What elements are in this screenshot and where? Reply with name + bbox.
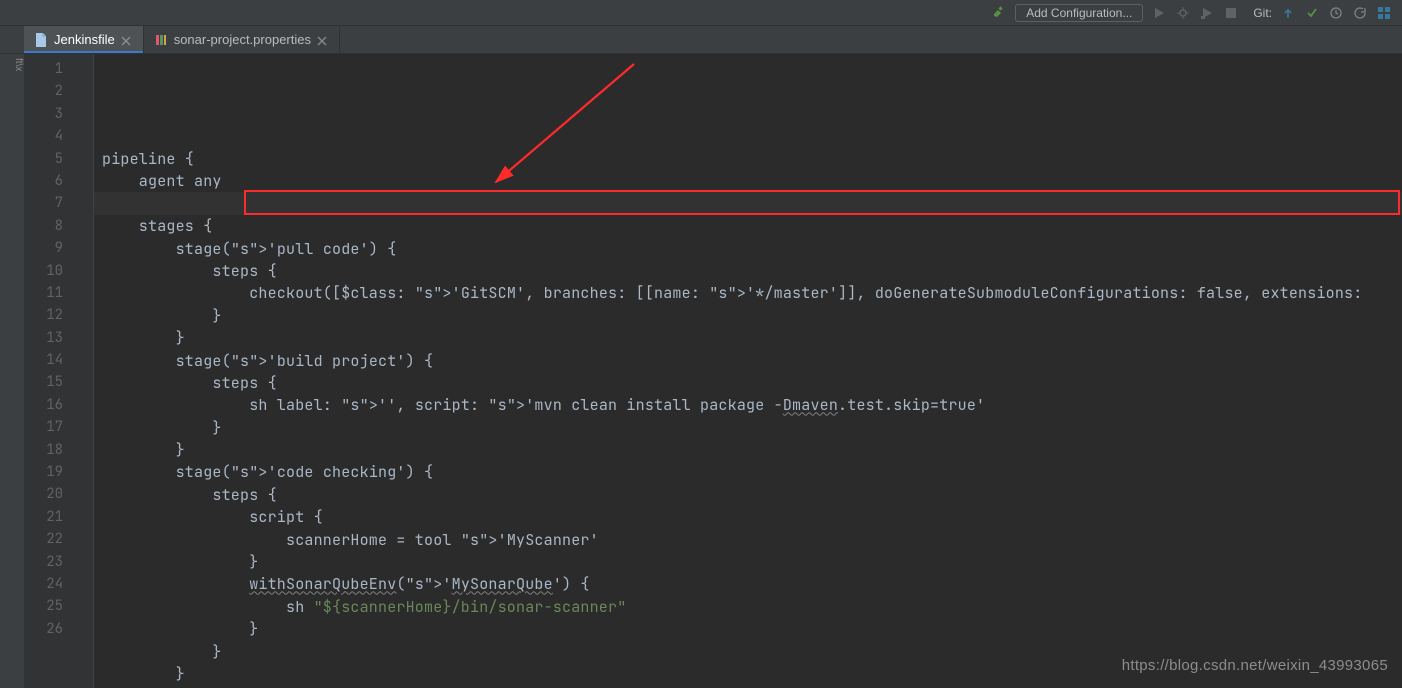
code-line[interactable]: } [102, 417, 1402, 439]
fold-gutter[interactable] [80, 54, 94, 688]
git-history-icon[interactable] [1328, 5, 1344, 21]
current-line-highlight [94, 192, 1402, 214]
tab-label: sonar-project.properties [174, 32, 311, 47]
add-configuration-button[interactable]: Add Configuration... [1015, 4, 1143, 22]
properties-file-icon [154, 33, 168, 47]
main-toolbar: Add Configuration... Git: [0, 0, 1402, 26]
code-line[interactable]: sh "${scannerHome}/bin/sonar-scanner" [102, 596, 1402, 618]
code-line[interactable]: } [102, 305, 1402, 327]
code-line[interactable]: steps { [102, 484, 1402, 506]
tab-sonar-properties[interactable]: sonar-project.properties [144, 26, 340, 53]
left-tool-strip[interactable]: ft\x [0, 54, 24, 688]
code-line[interactable]: withSonarQubeEnv("s">'MySonarQube') { [102, 573, 1402, 595]
code-line[interactable]: stage("s">'build project') { [102, 350, 1402, 372]
code-line[interactable]: } [102, 439, 1402, 461]
watermark-text: https://blog.csdn.net/weixin_43993065 [1122, 657, 1388, 674]
code-line[interactable]: script { [102, 506, 1402, 528]
tab-label: Jenkinsfile [54, 32, 115, 47]
run-icon[interactable] [1151, 5, 1167, 21]
git-rollback-icon[interactable] [1352, 5, 1368, 21]
code-line[interactable]: } [102, 327, 1402, 349]
run-with-coverage-icon[interactable] [1199, 5, 1215, 21]
hammer-icon[interactable] [991, 5, 1007, 21]
code-line[interactable]: sh label: "s">'', script: "s">'mvn clean… [102, 394, 1402, 416]
code-line[interactable]: stage("s">'code checking') { [102, 461, 1402, 483]
tab-jenkinsfile[interactable]: Jenkinsfile [24, 26, 144, 53]
code-line[interactable]: checkout([$class: "s">'GitSCM', branches… [102, 282, 1402, 304]
line-number-gutter[interactable]: 1234567891011121314151617181920212223242… [24, 54, 80, 688]
stop-icon[interactable] [1223, 5, 1239, 21]
code-line[interactable]: steps { [102, 260, 1402, 282]
git-update-icon[interactable] [1280, 5, 1296, 21]
close-icon[interactable] [121, 34, 133, 46]
code-line[interactable]: pipeline { [102, 148, 1402, 170]
git-commit-icon[interactable] [1304, 5, 1320, 21]
code-line[interactable]: stages { [102, 215, 1402, 237]
git-label: Git: [1253, 6, 1272, 20]
editor-tabstrip: Jenkinsfile sonar-project.properties [0, 26, 1402, 54]
code-line[interactable]: stage("s">'pull code') { [102, 238, 1402, 260]
code-area[interactable]: pipeline { agent any stages { stage("s">… [94, 54, 1402, 688]
code-line[interactable]: steps { [102, 372, 1402, 394]
code-line[interactable]: } [102, 551, 1402, 573]
file-icon [34, 33, 48, 47]
debug-icon[interactable] [1175, 5, 1191, 21]
close-icon[interactable] [317, 34, 329, 46]
editor: ft\x 12345678910111213141516171819202122… [0, 54, 1402, 688]
search-everywhere-icon[interactable] [1376, 5, 1392, 21]
code-line[interactable]: agent any [102, 170, 1402, 192]
code-line[interactable]: scannerHome = tool "s">'MyScanner' [102, 529, 1402, 551]
code-line[interactable]: } [102, 618, 1402, 640]
